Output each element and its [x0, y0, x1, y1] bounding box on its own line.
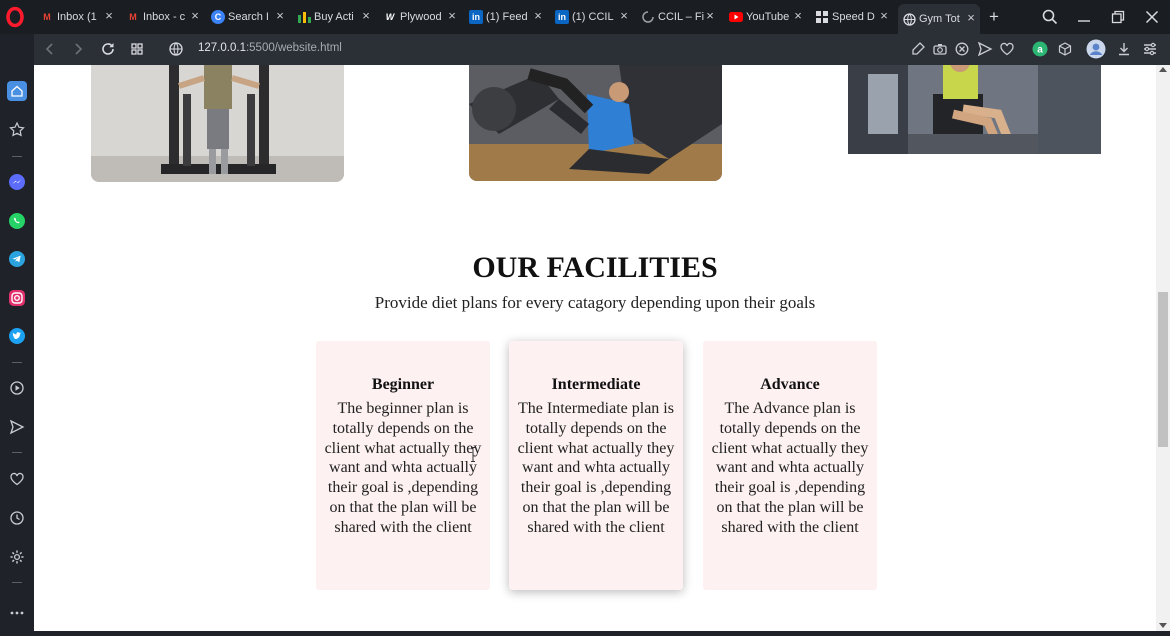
download-icon[interactable]	[1116, 41, 1132, 57]
opera-menu-icon[interactable]	[4, 6, 26, 28]
plan-card-beginner: Beginner The beginner plan is totally de…	[316, 341, 490, 590]
plan-card-text: The Advance plan is totally depends on t…	[711, 400, 869, 536]
profile-avatar-icon[interactable]	[1086, 39, 1106, 59]
globe-icon	[902, 12, 916, 26]
gym-photo-cable-machine	[91, 65, 344, 182]
plan-card-text: The Intermediate plan is totally depends…	[517, 400, 675, 536]
send-icon[interactable]	[977, 41, 993, 57]
gmail-icon: M	[43, 12, 51, 22]
webpage-viewport: OUR FACILITIES Provide diet plans for ev…	[34, 65, 1156, 631]
loading-icon	[641, 10, 655, 24]
close-icon[interactable]: ×	[359, 9, 373, 23]
sidebar-separator	[12, 582, 22, 583]
restore-icon[interactable]	[1109, 8, 1127, 26]
tab-ccil-fi[interactable]: CCIL – Fi ×	[641, 4, 719, 30]
tab-speed-dial[interactable]: Speed D ×	[815, 4, 893, 30]
facilities-heading: OUR FACILITIES	[472, 251, 718, 284]
tab-youtube[interactable]: YouTube ×	[729, 4, 807, 30]
plywood-icon: W	[385, 12, 395, 22]
plan-card-advance: Advance The Advance plan is totally depe…	[703, 341, 877, 590]
amazon-extension-icon[interactable]: a	[1032, 41, 1048, 57]
page-scrollbar[interactable]	[1156, 65, 1170, 631]
history-clock-icon[interactable]	[7, 508, 27, 528]
player-icon[interactable]	[7, 378, 27, 398]
plan-card-text: The beginner plan is totally depends on …	[324, 400, 482, 536]
close-icon[interactable]: ×	[531, 9, 545, 23]
extensions-cube-icon[interactable]	[1057, 41, 1073, 57]
telegram-icon[interactable]	[7, 249, 27, 269]
tab-strip: M Inbox (1 × M Inbox - c × C Search I × …	[0, 0, 1170, 34]
window-bottom-edge	[34, 631, 1170, 636]
opera-sidebar	[0, 34, 34, 636]
search-tabs-icon[interactable]	[1041, 8, 1059, 26]
sidebar-separator	[12, 362, 22, 363]
sidebar-separator	[12, 156, 22, 157]
close-icon[interactable]: ×	[703, 9, 717, 23]
home-icon[interactable]	[7, 81, 27, 101]
tab-buy-acti[interactable]: Buy Acti ×	[297, 4, 375, 30]
svg-text:a: a	[1037, 45, 1043, 56]
sidebar-separator	[12, 452, 22, 453]
close-icon[interactable]: ×	[964, 11, 978, 25]
flow-send-icon[interactable]	[7, 417, 27, 437]
plan-card-title: Advance	[760, 376, 820, 393]
tab-grid-icon[interactable]	[129, 41, 145, 57]
scrollbar-thumb[interactable]	[1158, 292, 1168, 447]
gmail-icon: M	[129, 12, 137, 22]
tab-gym-active[interactable]: Gym Tot ×	[898, 4, 980, 34]
new-tab-plus-icon[interactable]: +	[985, 8, 1003, 26]
address-field[interactable]: 127.0.0.1:5500/website.html	[198, 42, 342, 54]
close-icon[interactable]: ×	[617, 9, 631, 23]
linkedin-icon: in	[555, 10, 569, 24]
tab-plywood[interactable]: W Plywood ×	[383, 4, 461, 30]
adblock-icon[interactable]	[954, 41, 970, 57]
search-app-icon: C	[211, 10, 225, 24]
close-icon[interactable]: ×	[445, 9, 459, 23]
bar-chart-icon	[297, 10, 311, 24]
tab-inbox-2[interactable]: M Inbox - c ×	[126, 4, 204, 30]
close-icon[interactable]: ×	[188, 9, 202, 23]
linkedin-icon: in	[469, 10, 483, 24]
facilities-subtitle: Provide diet plans for every catagory de…	[374, 293, 816, 312]
bookmarks-heart-icon[interactable]	[7, 469, 27, 489]
settings-gear-icon[interactable]	[7, 547, 27, 567]
tab-inbox-1[interactable]: M Inbox (1 ×	[40, 4, 118, 30]
plan-card-title: Intermediate	[551, 376, 641, 393]
scroll-down-arrow-icon[interactable]	[1159, 623, 1167, 628]
gym-photo-leg-extension	[848, 65, 1101, 154]
instagram-icon[interactable]	[7, 288, 27, 308]
pinboard-icon[interactable]	[7, 119, 27, 139]
close-icon[interactable]: ×	[877, 9, 891, 23]
gym-photo-leg-press	[469, 65, 722, 181]
plan-card-title: Beginner	[371, 376, 435, 393]
tab-linkedin-ccil[interactable]: in (1) CCIL ×	[555, 4, 633, 30]
tab-search[interactable]: C Search I ×	[211, 4, 289, 30]
scroll-up-arrow-icon[interactable]	[1159, 67, 1167, 72]
text-cursor-icon	[471, 447, 475, 462]
minimize-icon[interactable]	[1075, 8, 1093, 26]
forward-icon[interactable]	[70, 41, 86, 57]
close-window-icon[interactable]	[1143, 8, 1161, 26]
edit-icon[interactable]	[910, 41, 926, 57]
whatsapp-icon[interactable]	[7, 211, 27, 231]
heart-icon[interactable]	[999, 41, 1015, 57]
twitter-icon[interactable]	[7, 326, 27, 346]
speed-dial-icon	[815, 10, 829, 24]
messenger-icon[interactable]	[7, 172, 27, 192]
site-info-globe-icon[interactable]	[168, 41, 184, 57]
tab-linkedin-feed[interactable]: in (1) Feed ×	[469, 4, 547, 30]
back-icon[interactable]	[42, 41, 58, 57]
youtube-icon	[729, 10, 743, 24]
close-icon[interactable]: ×	[102, 9, 116, 23]
plan-card-intermediate: Intermediate The Intermediate plan is to…	[509, 341, 683, 590]
easy-setup-menu-icon[interactable]	[1142, 41, 1158, 57]
close-icon[interactable]: ×	[791, 9, 805, 23]
address-toolbar: 127.0.0.1:5500/website.html a	[34, 34, 1170, 65]
more-options-icon[interactable]	[7, 603, 27, 623]
close-icon[interactable]: ×	[273, 9, 287, 23]
snapshot-camera-icon[interactable]	[932, 41, 948, 57]
reload-icon[interactable]	[100, 41, 116, 57]
